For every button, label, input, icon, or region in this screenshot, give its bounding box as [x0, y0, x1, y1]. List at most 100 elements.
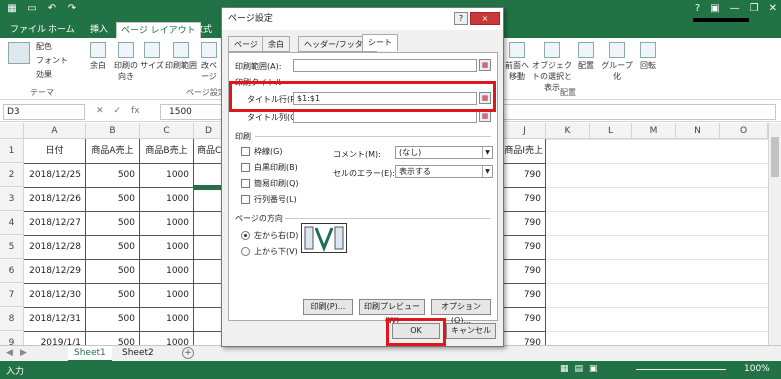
cell[interactable] [194, 283, 224, 284]
cell-errors-select[interactable]: 表示する ▼ [395, 165, 493, 178]
cell-header[interactable]: 商品A売上 [86, 139, 140, 164]
cell[interactable] [676, 283, 720, 284]
cell[interactable] [590, 211, 634, 212]
view-buttons[interactable]: ▦▤▣ [560, 364, 604, 374]
cell[interactable] [632, 187, 676, 188]
effects-button[interactable]: 効果 [36, 69, 52, 80]
tab-formulas[interactable]: 数式 [190, 22, 216, 38]
draft-quality-checkbox[interactable] [241, 179, 250, 188]
print-preview-button[interactable]: 印刷プレビュー(W) [359, 299, 425, 325]
column-header[interactable]: M [632, 123, 676, 139]
cell-date[interactable]: 2018/12/26 [24, 187, 86, 212]
cell[interactable] [590, 331, 634, 332]
add-sheet-button[interactable]: + [182, 347, 194, 359]
cell-header[interactable]: 商品I売上 [504, 139, 546, 164]
cell-header[interactable]: 日付 [24, 139, 86, 164]
cell[interactable] [676, 187, 720, 188]
row-header[interactable]: 1 [0, 139, 24, 163]
cell-value[interactable]: 500 [86, 187, 140, 212]
cell-date[interactable]: 2019/1/1 [24, 331, 86, 345]
cell[interactable] [546, 235, 590, 236]
cancel-icon[interactable]: ✕ [96, 106, 104, 116]
cell[interactable] [720, 259, 768, 260]
tab-page[interactable]: ページ [228, 36, 264, 52]
cell-value[interactable]: 500 [86, 163, 140, 188]
over-then-down-radio[interactable] [241, 247, 250, 256]
column-header[interactable]: D [194, 123, 224, 139]
enter-icon[interactable]: ✓ [114, 106, 122, 116]
sheet-tab-sheet2[interactable]: Sheet2 [116, 346, 160, 362]
vertical-scrollbar[interactable] [768, 123, 781, 345]
cell[interactable] [632, 211, 676, 212]
row-header[interactable]: 7 [0, 283, 24, 307]
cell[interactable] [676, 139, 720, 140]
cell[interactable] [590, 139, 634, 140]
cell[interactable] [632, 259, 676, 260]
cell-date[interactable]: 2018/12/30 [24, 283, 86, 308]
cell[interactable] [590, 163, 634, 164]
minimize-icon[interactable]: — [730, 3, 740, 14]
colors-button[interactable]: 配色 [36, 41, 52, 52]
cell[interactable] [194, 211, 224, 212]
cell[interactable] [546, 163, 590, 164]
cell-value[interactable]: 500 [86, 235, 140, 260]
cell[interactable] [720, 331, 768, 332]
close-icon[interactable]: ✕ [769, 3, 777, 14]
fonts-button[interactable]: フォント [36, 55, 68, 66]
cell[interactable] [194, 331, 224, 332]
down-then-over-radio[interactable] [241, 231, 250, 240]
cell-value[interactable]: 500 [86, 331, 140, 345]
cell[interactable] [546, 259, 590, 260]
save-icon[interactable]: ▭ [26, 3, 38, 15]
cell[interactable] [194, 163, 224, 164]
cell-value[interactable]: 790 [504, 331, 546, 345]
cell-value[interactable]: 500 [86, 211, 140, 236]
zoom-slider[interactable] [636, 369, 726, 370]
print-area-ref-button[interactable]: ▦ [479, 59, 491, 71]
options-button[interactable]: オプション(O)... [431, 299, 491, 325]
column-header[interactable]: A [24, 123, 86, 139]
app-icon[interactable]: ▦ [6, 3, 18, 15]
cell[interactable] [590, 187, 634, 188]
column-header[interactable]: N [676, 123, 720, 139]
undo-icon[interactable]: ↶ [46, 3, 58, 15]
cell[interactable] [676, 307, 720, 308]
cell[interactable] [720, 283, 768, 284]
row-header[interactable]: 2 [0, 163, 24, 187]
column-header[interactable]: B [86, 123, 140, 139]
selection-pane-button[interactable]: オブジェクトの選択と表示 [532, 42, 572, 93]
selected-cell[interactable] [194, 187, 224, 188]
cell[interactable] [720, 211, 768, 212]
cell-value[interactable]: 1000 [140, 187, 194, 212]
cell-header[interactable]: 商品C [194, 139, 224, 164]
column-header[interactable]: O [720, 123, 768, 139]
cell[interactable] [546, 139, 590, 140]
cell-value[interactable]: 500 [86, 283, 140, 308]
cell-date[interactable]: 2018/12/27 [24, 211, 86, 236]
cell[interactable] [590, 283, 634, 284]
column-header[interactable]: J [504, 123, 546, 139]
redo-icon[interactable]: ↷ [66, 3, 78, 15]
row-header[interactable]: 5 [0, 235, 24, 259]
zoom-level[interactable]: 100% [744, 364, 770, 374]
tab-page-layout[interactable]: ページ レイアウト [116, 22, 201, 38]
cell[interactable] [590, 259, 634, 260]
cell[interactable] [632, 307, 676, 308]
row-header[interactable]: 9 [0, 331, 24, 345]
cell[interactable] [194, 235, 224, 236]
cell-value[interactable]: 1000 [140, 259, 194, 284]
row-header[interactable]: 6 [0, 259, 24, 283]
themes-button[interactable] [4, 42, 34, 66]
print-area-input[interactable] [293, 59, 477, 72]
cell-value[interactable]: 500 [86, 259, 140, 284]
scroll-right-icon[interactable]: ▶ [20, 348, 27, 358]
cell-header[interactable]: 商品B売上 [140, 139, 194, 164]
cell-value[interactable]: 1000 [140, 331, 194, 345]
cell[interactable] [546, 307, 590, 308]
column-header[interactable]: C [140, 123, 194, 139]
dialog-close-button[interactable]: × [470, 12, 500, 25]
cell[interactable] [194, 307, 224, 308]
cell[interactable] [720, 187, 768, 188]
size-button[interactable]: サイズ [140, 42, 164, 71]
row-header[interactable]: 4 [0, 211, 24, 235]
